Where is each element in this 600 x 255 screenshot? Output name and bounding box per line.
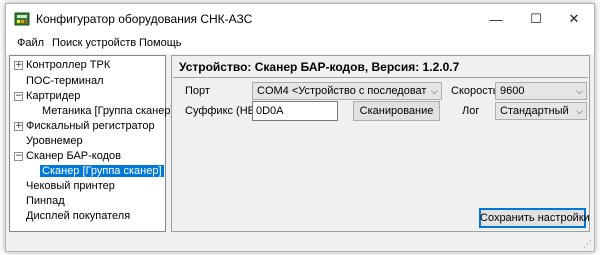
tree-item-label: Метаника [Группа сканер] <box>42 105 174 117</box>
speed-value: 9600 <box>500 85 525 97</box>
log-select[interactable]: Стандартный ⌵ <box>495 102 587 120</box>
speed-label: Скорость <box>451 85 499 97</box>
tree-item-customer-display[interactable]: Дисплей покупателя <box>24 209 132 225</box>
tree-item-label: Пинпад <box>26 195 65 207</box>
app-icon <box>14 12 30 26</box>
minimize-icon: — <box>489 11 503 27</box>
main-window: Конфигуратор оборудования СНК-АЗС — ☐ ✕ … <box>5 3 595 252</box>
save-settings-button[interactable]: Сохранить настройки <box>479 208 590 228</box>
suffix-input[interactable]: 0D0A <box>252 101 338 121</box>
expand-icon[interactable]: + <box>14 61 23 70</box>
settings-panel: Устройство: Сканер БАР-кодов, Версия: 1.… <box>171 55 590 232</box>
expand-icon[interactable]: + <box>14 122 23 131</box>
close-button[interactable]: ✕ <box>554 4 594 34</box>
minimize-button[interactable]: — <box>476 4 516 34</box>
tree-item-label: Уровнемер <box>26 135 83 147</box>
menu-file[interactable]: Файл <box>17 37 44 49</box>
port-label: Порт <box>185 85 210 97</box>
tree-item-label: Дисплей покупателя <box>26 210 131 222</box>
collapse-icon[interactable]: − <box>14 152 23 161</box>
tree-item-pos-terminal[interactable]: ПОС-терминал <box>24 74 106 90</box>
resize-grip-icon[interactable]: ⋰ <box>583 239 592 250</box>
menu-help[interactable]: Помощь <box>139 37 182 49</box>
tree-item-label: Картридер <box>26 90 81 102</box>
tree-item-label: Сканер [Группа сканер] <box>40 165 164 177</box>
tree-item-receipt-printer[interactable]: Чековый принтер <box>24 179 117 195</box>
title-bar[interactable]: Конфигуратор оборудования СНК-АЗС — ☐ ✕ <box>6 4 594 34</box>
window-title: Конфигуратор оборудования СНК-АЗС <box>36 12 253 26</box>
tree-item-pinpad[interactable]: Пинпад <box>24 194 67 210</box>
menu-bar: Файл Поиск устройств Помощь <box>6 34 594 54</box>
menu-search-devices[interactable]: Поиск устройств <box>52 37 136 49</box>
tree-item-fiscal-registrar[interactable]: + Фискальный регистратор <box>14 119 157 135</box>
header-divider <box>173 77 588 78</box>
port-select[interactable]: COM4 <Устройство с последовательным и ⌵ <box>252 82 442 100</box>
maximize-icon: ☐ <box>530 11 542 26</box>
tree-item-label: Контроллер ТРК <box>26 59 111 71</box>
tree-item-label: Фискальный регистратор <box>26 120 155 132</box>
chevron-down-icon: ⌵ <box>431 86 438 96</box>
log-label: Лог <box>462 105 480 117</box>
tree-item-card-reader[interactable]: − Картридер <box>14 89 82 105</box>
tree-item-level-gauge[interactable]: Уровнемер <box>24 134 85 150</box>
tree-item-label: Сканер БАР-кодов <box>26 150 121 162</box>
log-value: Стандартный <box>500 105 569 117</box>
scan-button[interactable]: Сканирование <box>353 101 440 121</box>
device-header: Устройство: Сканер БАР-кодов, Версия: 1.… <box>179 60 460 74</box>
device-tree[interactable]: + Контроллер ТРК ПОС-терминал − Картриде… <box>9 55 174 232</box>
close-icon: ✕ <box>568 11 580 26</box>
maximize-button[interactable]: ☐ <box>516 4 556 34</box>
tree-item-barcode-scanner[interactable]: − Сканер БАР-кодов <box>14 149 123 165</box>
status-bar: ⋰ <box>6 237 594 251</box>
tree-item-trk-controller[interactable]: + Контроллер ТРК <box>14 58 112 74</box>
chevron-down-icon: ⌵ <box>576 86 583 96</box>
tree-item-metanika[interactable]: Метаника [Группа сканер] <box>40 104 176 120</box>
tree-item-label: ПОС-терминал <box>26 75 104 87</box>
tree-item-scanner-group[interactable]: Сканер [Группа сканер] <box>40 164 164 180</box>
chevron-down-icon: ⌵ <box>576 106 583 116</box>
port-value: COM4 <Устройство с последовательным и <box>257 85 427 97</box>
tree-item-label: Чековый принтер <box>26 180 115 192</box>
speed-select[interactable]: 9600 ⌵ <box>495 82 587 100</box>
collapse-icon[interactable]: − <box>14 92 23 101</box>
